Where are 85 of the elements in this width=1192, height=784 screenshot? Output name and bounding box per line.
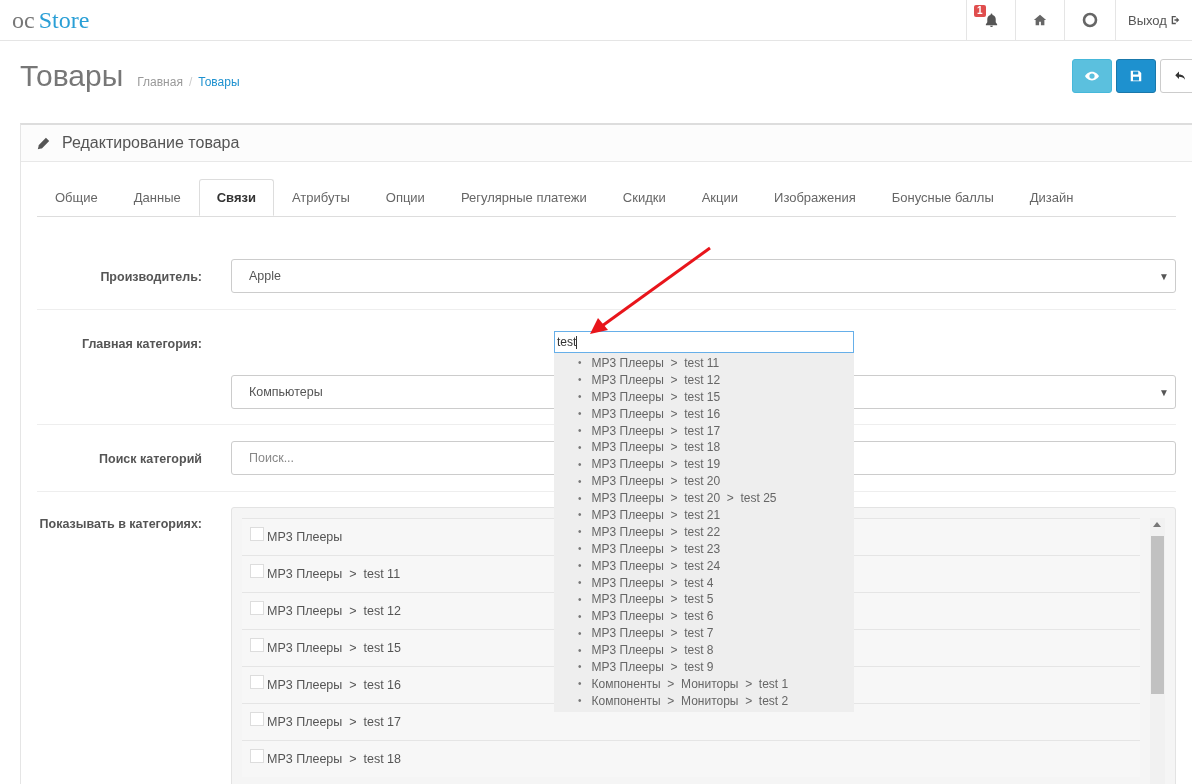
suggestion-item[interactable]: MP3 Плееры > test 4 (591, 575, 714, 591)
logo[interactable]: oc Store (0, 6, 90, 34)
back-button[interactable] (1160, 59, 1192, 93)
list-bullet: • (578, 626, 582, 641)
checkbox[interactable] (250, 749, 264, 763)
autocomplete-input[interactable]: test (554, 331, 854, 353)
suggestion-item[interactable]: MP3 Плееры > test 11 (591, 355, 720, 371)
field-label: Показывать в категориях: (38, 516, 202, 533)
list-bullet: • (578, 424, 582, 438)
list-bullet: • (578, 407, 582, 422)
suggestion-item[interactable]: Компоненты > Мониторы > test 2 (591, 693, 789, 709)
suggestion-item[interactable]: MP3 Плееры > test 8 (591, 643, 714, 659)
notifications-button[interactable]: 1 (966, 0, 1015, 40)
suggestion-item[interactable]: MP3 Плееры > test 6 (591, 609, 714, 625)
suggestion-item[interactable]: MP3 Плееры > test 5 (591, 592, 714, 608)
list-bullet: • (578, 356, 582, 371)
suggestion-item[interactable]: MP3 Плееры > test 23 (591, 541, 721, 557)
suggestion-item[interactable]: MP3 Плееры > test 20 > test 25 (591, 491, 777, 507)
save-button[interactable] (1116, 59, 1156, 93)
reply-arrow-icon (1173, 70, 1187, 82)
checkbox[interactable] (250, 564, 264, 578)
list-bullet: • (578, 440, 582, 455)
panel-title: Редактирование товара (62, 134, 240, 152)
field-label: Главная категория: (80, 336, 202, 353)
list-bullet: • (578, 491, 582, 506)
sign-out-icon (1170, 14, 1182, 26)
category-label: MP3 Плееры > test 15 (267, 641, 401, 655)
category-label: MP3 Плееры > test 16 (267, 678, 401, 692)
suggestion-item[interactable]: Компоненты > Мониторы > test 1 (591, 676, 789, 692)
suggestion-item[interactable]: MP3 Плееры > test 12 (591, 372, 721, 388)
pencil-icon (37, 136, 50, 150)
breadcrumb-separator: / (188, 75, 193, 89)
list-bullet: • (578, 457, 582, 472)
list-bullet: • (578, 559, 582, 574)
caret-icon: ▼ (1159, 270, 1169, 282)
eye-icon (1085, 71, 1099, 81)
notification-badge: 1 (974, 5, 986, 17)
caret-icon: ▼ (1159, 386, 1169, 398)
checkbox[interactable] (250, 527, 264, 541)
list-bullet: • (578, 390, 582, 405)
list-bullet: • (578, 677, 582, 692)
checkbox[interactable] (250, 638, 264, 652)
suggestion-item[interactable]: MP3 Плееры > test 20 (591, 474, 721, 490)
bell-icon (983, 12, 999, 28)
suggestion-item[interactable]: MP3 Плееры > test 15 (591, 389, 721, 405)
category-label: MP3 Плееры > test 12 (267, 604, 401, 618)
lifebuoy-icon (1082, 12, 1098, 28)
home-icon (1033, 13, 1047, 27)
suggestion-item[interactable]: MP3 Плееры > test 21 (591, 507, 721, 523)
breadcrumb-link[interactable]: Товары (198, 75, 240, 89)
checkbox[interactable] (250, 712, 264, 726)
category-label: MP3 Плееры > test 17 (267, 715, 401, 729)
list-bullet: • (578, 660, 582, 675)
suggestion-item[interactable]: MP3 Плееры > test 19 (591, 457, 721, 473)
checkbox[interactable] (250, 675, 264, 689)
suggestion-item[interactable]: MP3 Плееры > test 16 (591, 406, 721, 422)
suggestion-item[interactable]: MP3 Плееры > test 24 (591, 558, 721, 574)
list-bullet: • (578, 576, 582, 590)
list-bullet: • (578, 474, 582, 489)
scrollbar[interactable] (1150, 518, 1165, 784)
field-label: Поиск категорий (98, 451, 202, 468)
list-bullet: • (578, 694, 582, 709)
breadcrumb-link[interactable]: Главная (137, 75, 183, 89)
suggestion-item[interactable]: MP3 Плееры > test 7 (591, 626, 714, 642)
category-label: MP3 Плееры > test 18 (267, 752, 401, 766)
list-bullet: • (578, 609, 582, 624)
list-bullet: • (578, 508, 582, 523)
list-bullet: • (578, 592, 582, 607)
tab[interactable]: Связи (198, 179, 274, 216)
logout-button[interactable]: Выход (1115, 0, 1192, 40)
list-bullet: • (578, 542, 582, 557)
list-bullet: • (578, 643, 582, 658)
category-label: MP3 Плееры (267, 530, 343, 544)
list-bullet: • (578, 525, 582, 540)
category-label: MP3 Плееры > test 11 (267, 567, 401, 581)
list-bullet: • (578, 373, 582, 388)
suggestion-item[interactable]: MP3 Плееры > test 17 (591, 423, 721, 439)
checkbox[interactable] (250, 601, 264, 615)
manufacturer-select[interactable]: Apple ▼ (231, 259, 1176, 293)
suggestion-item[interactable]: MP3 Плееры > test 18 (591, 440, 721, 456)
page-title: Товары (20, 59, 124, 93)
suggestion-item[interactable]: MP3 Плееры > test 22 (591, 524, 721, 540)
preview-button[interactable] (1072, 59, 1112, 93)
suggestion-item[interactable]: MP3 Плееры > test 9 (591, 659, 714, 675)
field-label: Производитель: (99, 269, 202, 286)
